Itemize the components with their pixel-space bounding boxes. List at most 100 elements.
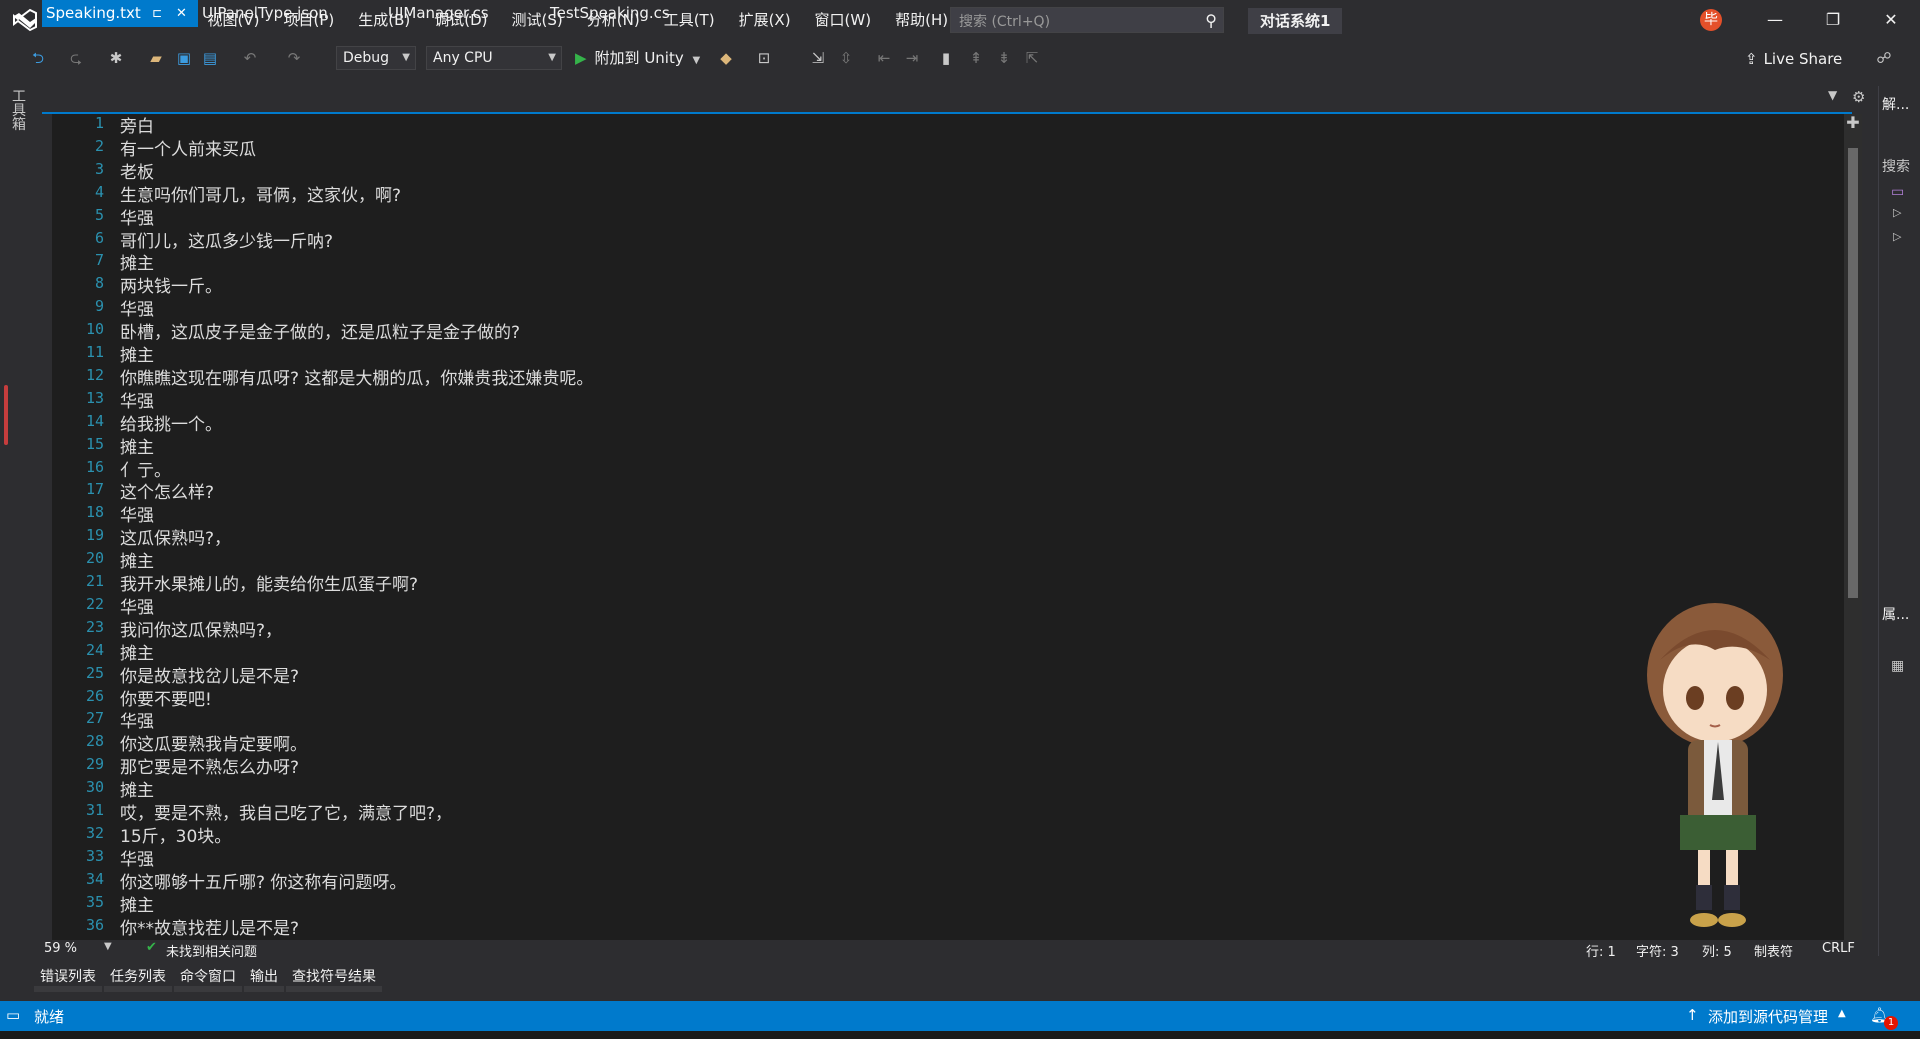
open-icon[interactable]: ▰	[146, 48, 166, 68]
step-icon[interactable]: ⇲	[808, 48, 828, 68]
code-line[interactable]: 卧槽，这瓜皮子是金子做的，还是瓜粒子是金子做的?	[120, 318, 520, 343]
code-line[interactable]: 华强	[120, 593, 154, 618]
properties-tab[interactable]: 属...	[1882, 604, 1909, 624]
undo-icon[interactable]: ↶	[240, 48, 260, 68]
tab-error-list[interactable]: 错误列表	[34, 962, 102, 992]
tab-uipaneltype-json[interactable]: UIPanelType.json	[198, 0, 328, 27]
code-line[interactable]: 你要不要吧!	[120, 685, 212, 710]
code-line[interactable]: 亻亍。	[120, 456, 171, 481]
tab-list-dropdown-icon[interactable]: ▼	[1828, 88, 1837, 102]
search-tab[interactable]: 搜索	[1882, 156, 1910, 176]
search-icon[interactable]: ⚲	[1205, 11, 1217, 30]
code-line[interactable]: 摊主	[120, 547, 154, 572]
toolbox-tab[interactable]: 工具箱	[12, 90, 30, 132]
code-line[interactable]: 华强	[120, 707, 154, 732]
code-line[interactable]: 华强	[120, 387, 154, 412]
clear-bookmarks-icon[interactable]: ⇱	[1022, 48, 1042, 68]
code-line[interactable]: 华强	[120, 295, 154, 320]
menu-extensions[interactable]: 扩展(X)	[727, 0, 803, 40]
feedback-icon[interactable]: ☍	[1874, 48, 1894, 68]
code-line[interactable]: 你瞧瞧这现在哪有瓜呀? 这都是大棚的瓜，你嫌贵我还嫌贵呢。	[120, 364, 593, 389]
menu-help[interactable]: 帮助(H)	[883, 0, 960, 40]
code-line[interactable]: 摊主	[120, 433, 154, 458]
chevron-up-icon[interactable]: ▲	[1838, 1008, 1846, 1019]
tab-find-symbol-results[interactable]: 查找符号结果	[286, 962, 382, 992]
save-all-icon[interactable]: ▤	[200, 48, 220, 68]
minimize-button[interactable]: —	[1750, 0, 1800, 40]
new-project-icon[interactable]: ✱	[106, 48, 126, 68]
tabs-indicator[interactable]: 制表符	[1754, 941, 1793, 960]
code-line[interactable]: 华强	[120, 501, 154, 526]
code-line[interactable]: 你这哪够十五斤哪? 你这称有问题呀。	[120, 868, 406, 893]
live-share-button[interactable]: ⇪ Live Share	[1745, 48, 1842, 70]
browser-icon[interactable]: ⊡	[754, 48, 774, 68]
code-line[interactable]: 这瓜保熟吗?，	[120, 524, 231, 549]
issues-status[interactable]: 未找到相关问题	[166, 941, 257, 960]
code-line[interactable]: 你**故意找茬儿是不是?	[120, 914, 299, 939]
code-line[interactable]: 摊主	[120, 639, 154, 664]
tab-task-list[interactable]: 任务列表	[104, 962, 172, 992]
code-line[interactable]: 有一个人前来买瓜	[120, 135, 256, 160]
code-line[interactable]: 华强	[120, 204, 154, 229]
restore-button[interactable]: ❐	[1808, 0, 1858, 40]
unity-icon[interactable]: ◆	[716, 48, 736, 68]
expand-icon[interactable]: ▷	[1893, 206, 1901, 219]
platform-select[interactable]: Any CPU ▼	[426, 46, 562, 70]
code-line[interactable]: 摊主	[120, 249, 154, 274]
code-line[interactable]: 两块钱一斤。	[120, 272, 222, 297]
outdent-icon[interactable]: ⇤	[874, 48, 894, 68]
code-editor[interactable]: 1 旁白 2 有一个人前来买瓜 3 老板 4 生意吗你们哥几，哥俩，这家伙，啊? 5 华强 6 哥们儿…	[52, 114, 1844, 940]
forward-icon[interactable]: ⮎	[66, 48, 86, 68]
attach-unity-button[interactable]: ▶ 附加到 Unity ▼	[575, 46, 700, 70]
code-line[interactable]: 15斤，30块。	[120, 822, 231, 847]
close-window-button[interactable]: ✕	[1866, 0, 1916, 40]
close-icon[interactable]: ✕	[176, 0, 187, 27]
code-line[interactable]: 生意吗你们哥几，哥俩，这家伙，啊?	[120, 181, 401, 206]
save-icon[interactable]: ▣	[174, 48, 194, 68]
code-line[interactable]: 摊主	[120, 776, 154, 801]
tab-command-window[interactable]: 命令窗口	[174, 962, 242, 992]
chevron-down-icon[interactable]: ▼	[104, 941, 112, 952]
code-line[interactable]: 哥们儿，这瓜多少钱一斤呐?	[120, 227, 333, 252]
step-over-icon[interactable]: ⇳	[836, 48, 856, 68]
vs-icon[interactable]: ▭	[1891, 184, 1904, 200]
indent-icon[interactable]: ⇥	[902, 48, 922, 68]
expand-icon[interactable]: ▷	[1893, 230, 1901, 243]
code-line[interactable]: 你是故意找岔儿是不是?	[120, 662, 299, 687]
config-select[interactable]: Debug ▼	[336, 46, 416, 70]
vertical-scrollbar[interactable]: ✚	[1844, 114, 1862, 940]
gear-icon[interactable]: ⚙	[1852, 88, 1865, 106]
code-line[interactable]: 我开水果摊儿的，能卖给你生瓜蛋子啊?	[120, 570, 418, 595]
source-control-button[interactable]: 添加到源代码管理	[1708, 1006, 1828, 1027]
avatar[interactable]: 毕	[1700, 9, 1722, 31]
properties-icon[interactable]: ▦	[1891, 658, 1904, 674]
code-line[interactable]: 摊主	[120, 891, 154, 916]
code-line[interactable]: 旁白	[120, 112, 154, 137]
code-line[interactable]: 华强	[120, 845, 154, 870]
code-line[interactable]: 我问你这瓜保熟吗?，	[120, 616, 282, 641]
prev-bookmark-icon[interactable]: ⇞	[966, 48, 986, 68]
pin-icon[interactable]: ⊏	[152, 0, 162, 27]
code-line[interactable]: 你这瓜要熟我肯定要啊。	[120, 730, 307, 755]
tab-output[interactable]: 输出	[244, 962, 284, 992]
code-line[interactable]: 给我挑一个。	[120, 410, 222, 435]
code-line[interactable]: 那它要是不熟怎么办呀?	[120, 753, 299, 778]
scroll-thumb[interactable]	[1848, 148, 1858, 598]
zoom-level[interactable]: 59 %	[44, 941, 77, 956]
back-icon[interactable]: ⮌	[28, 48, 48, 68]
redo-icon[interactable]: ↷	[284, 48, 304, 68]
code-line[interactable]: 老板	[120, 158, 154, 183]
code-line[interactable]: 哎，要是不熟，我自己吃了它，满意了吧?，	[120, 799, 452, 824]
bookmark-icon[interactable]: ▮	[936, 48, 956, 68]
code-line[interactable]: 摊主	[120, 341, 154, 366]
tab-testspeaking-cs[interactable]: TestSpeaking.cs	[546, 0, 670, 27]
split-icon[interactable]: ✚	[1844, 114, 1862, 132]
next-bookmark-icon[interactable]: ⇟	[994, 48, 1014, 68]
eol-indicator[interactable]: CRLF	[1822, 941, 1855, 956]
tab-uimanager-cs[interactable]: UIManager.cs	[384, 0, 489, 27]
solution-explorer-tab[interactable]: 解...	[1882, 94, 1909, 114]
tab-speaking-txt[interactable]: Speaking.txt ⊏ ✕	[42, 0, 198, 27]
menu-window[interactable]: 窗口(W)	[803, 0, 884, 40]
code-line[interactable]: 这个怎么样?	[120, 478, 214, 503]
search-input[interactable]: 搜索 (Ctrl+Q) ⚲	[950, 7, 1224, 33]
